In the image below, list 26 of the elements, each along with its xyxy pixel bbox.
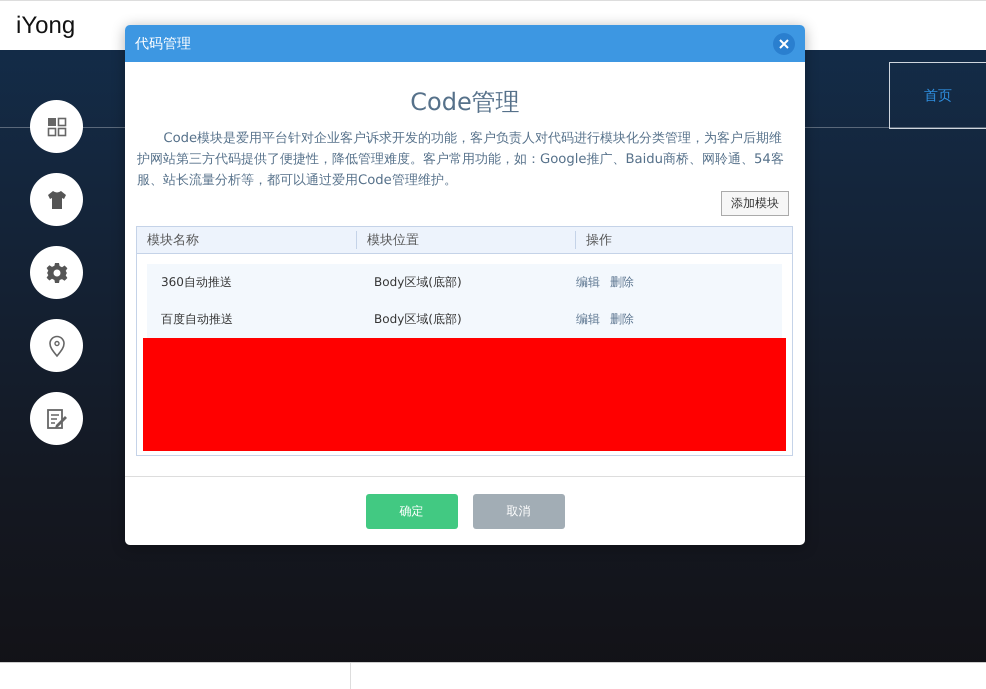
action-link[interactable]: 删除 (610, 274, 634, 291)
sidebar-button[interactable] (30, 392, 83, 445)
action-link[interactable]: 删除 (610, 311, 634, 328)
sidebar-button[interactable] (30, 319, 83, 372)
action-link[interactable]: 编辑 (576, 311, 600, 328)
add-module-button[interactable]: 添加模块 (721, 191, 789, 216)
close-button[interactable] (773, 32, 795, 54)
table-cell-text: 百度自动推送 (160, 311, 234, 328)
dialog-title: 代码管理 (135, 34, 191, 52)
nav-item[interactable]: 首页 (889, 62, 986, 129)
close-icon (779, 38, 789, 48)
table-cell-text: Body区域(底部) (373, 311, 463, 328)
action-link[interactable]: 编辑 (576, 274, 600, 291)
logo: iYong (16, 12, 76, 40)
column-header: 模块位置 (356, 231, 575, 249)
column-header: 模块名称 (146, 232, 200, 249)
dialog-heading: Code管理 (409, 87, 521, 118)
table-cell-text: Body区域(底部) (373, 274, 463, 291)
edit-document-icon (44, 406, 68, 430)
description: Code模块是爱用平台针对企业客户诉求开发的功能，客户负责人对代码进行模块化分类管理，为客户后期维护网站第三方代码提供了便捷性，降低管理难度。客户常用功能，如：Google推广、Baidu商桥、网聆通、54客服、站长流量分析等，都可以通过爱用Code管理维护。 (137, 130, 785, 190)
sidebar-button[interactable] (30, 100, 83, 153)
settings-icon (44, 260, 68, 284)
column-header: 操作 (575, 231, 792, 249)
table-cell-text: 360自动推送 (160, 274, 233, 291)
grid-icon (44, 114, 68, 138)
cancel-button[interactable]: 取消 (472, 494, 564, 528)
